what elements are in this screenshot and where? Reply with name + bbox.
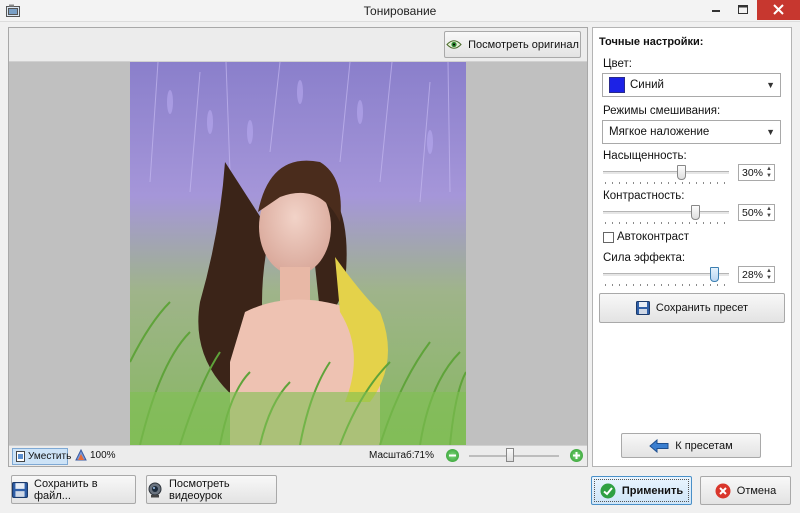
minimize-icon[interactable]: [703, 0, 729, 20]
blend-mode-value: Мягкое наложение: [609, 126, 710, 138]
color-label: Цвет:: [603, 58, 632, 70]
fit-icon: [16, 451, 25, 462]
chevron-down-icon: ▼: [766, 127, 775, 137]
cancel-button[interactable]: Отмена: [700, 476, 791, 505]
arrow-left-icon: [649, 438, 669, 453]
apply-button[interactable]: Применить: [591, 476, 692, 505]
preview-toolbar: Посмотреть оригинал: [9, 28, 587, 62]
autocontrast-checkbox-row[interactable]: Автоконтраст: [603, 231, 689, 243]
back-to-presets-button[interactable]: К пресетам: [621, 433, 761, 458]
contrast-slider[interactable]: [603, 205, 729, 225]
autocontrast-checkbox[interactable]: [603, 231, 614, 243]
floppy-disk-icon: [12, 481, 28, 498]
watch-video-button[interactable]: Посмотреть видеоурок: [146, 475, 277, 504]
fit-button[interactable]: Уместить: [12, 448, 72, 465]
view-original-button[interactable]: Посмотреть оригинал: [444, 31, 581, 58]
cancel-label: Отмена: [736, 484, 777, 497]
close-icon[interactable]: [757, 0, 800, 20]
saturation-input[interactable]: 30% ▲ ▼: [738, 164, 775, 181]
spinner-icon[interactable]: ▲ ▼: [766, 166, 772, 180]
window-title: Тонирование: [363, 4, 437, 18]
footer-bar: Сохранить в файл... Посмотреть видеоурок…: [0, 470, 800, 513]
color-select[interactable]: Синий ▼: [602, 73, 781, 97]
save-preset-button[interactable]: Сохранить пресет: [599, 293, 785, 323]
chevron-down-icon: ▼: [766, 80, 775, 90]
saturation-slider[interactable]: [603, 165, 729, 185]
color-swatch: [609, 77, 625, 93]
photo-preview: [130, 62, 466, 445]
fit-label: Уместить: [28, 451, 72, 462]
saturation-slider-ticks: [605, 182, 727, 184]
saturation-slider-track: [603, 171, 729, 174]
zoom-out-icon[interactable]: [446, 449, 459, 462]
contrast-input[interactable]: 50% ▲ ▼: [738, 204, 775, 221]
spinner-icon[interactable]: ▲ ▼: [766, 206, 772, 220]
strength-value: 28%: [742, 268, 764, 281]
saturation-label: Насыщенность:: [603, 150, 687, 162]
watch-video-label: Посмотреть видеоурок: [169, 477, 230, 502]
save-to-file-label: Сохранить в файл...: [34, 477, 98, 502]
settings-panel: Точные настройки: Цвет: Синий ▼ Режимы с…: [592, 27, 792, 467]
contrast-slider-ticks: [605, 222, 727, 224]
view-original-label: Посмотреть оригинал: [468, 38, 579, 51]
floppy-disk-icon: [635, 301, 650, 315]
strength-slider-ticks: [605, 284, 727, 286]
zoom-100-icon: [75, 449, 87, 461]
zoom-100-button[interactable]: 100%: [75, 449, 116, 461]
autocontrast-label: Автоконтраст: [617, 231, 690, 243]
spinner-icon[interactable]: ▲ ▼: [766, 268, 772, 282]
eye-icon: [446, 40, 462, 49]
focus-ring: [594, 479, 689, 502]
strength-input[interactable]: 28% ▲ ▼: [738, 266, 775, 283]
blend-mode-select[interactable]: Мягкое наложение ▼: [602, 120, 781, 144]
scale-value: 71%: [414, 450, 435, 461]
preview-panel: Посмотреть оригинал Уместить 100% Масшта…: [8, 27, 588, 467]
zoom-100-label: 100%: [90, 449, 116, 461]
title-bar: Тонирование: [0, 0, 800, 22]
contrast-slider-track: [603, 211, 729, 214]
zoom-slider-thumb[interactable]: [505, 448, 514, 462]
strength-slider-thumb[interactable]: [709, 267, 719, 282]
settings-heading: Точные настройки:: [599, 36, 704, 48]
saturation-slider-thumb[interactable]: [677, 165, 687, 180]
cancel-icon: [715, 483, 731, 498]
contrast-value: 50%: [742, 206, 764, 219]
scale-label: Масштаб:: [369, 450, 415, 461]
contrast-label: Контрастность:: [603, 190, 685, 202]
zoom-in-icon[interactable]: [570, 449, 583, 462]
color-value: Синий: [630, 79, 664, 91]
saturation-value: 30%: [742, 166, 764, 179]
save-preset-label: Сохранить пресет: [655, 302, 749, 314]
strength-label: Сила эффекта:: [603, 252, 686, 264]
maximize-icon[interactable]: [730, 0, 756, 20]
back-to-presets-label: К пресетам: [675, 439, 733, 452]
save-to-file-button[interactable]: Сохранить в файл...: [11, 475, 136, 504]
blend-mode-label: Режимы смешивания:: [603, 105, 721, 117]
contrast-slider-thumb[interactable]: [690, 205, 700, 220]
preview-statusbar: Уместить 100% Масштаб: 71%: [9, 445, 587, 466]
zoom-slider-track[interactable]: [469, 455, 559, 457]
strength-slider[interactable]: [603, 267, 729, 287]
webcam-icon: [148, 482, 162, 497]
